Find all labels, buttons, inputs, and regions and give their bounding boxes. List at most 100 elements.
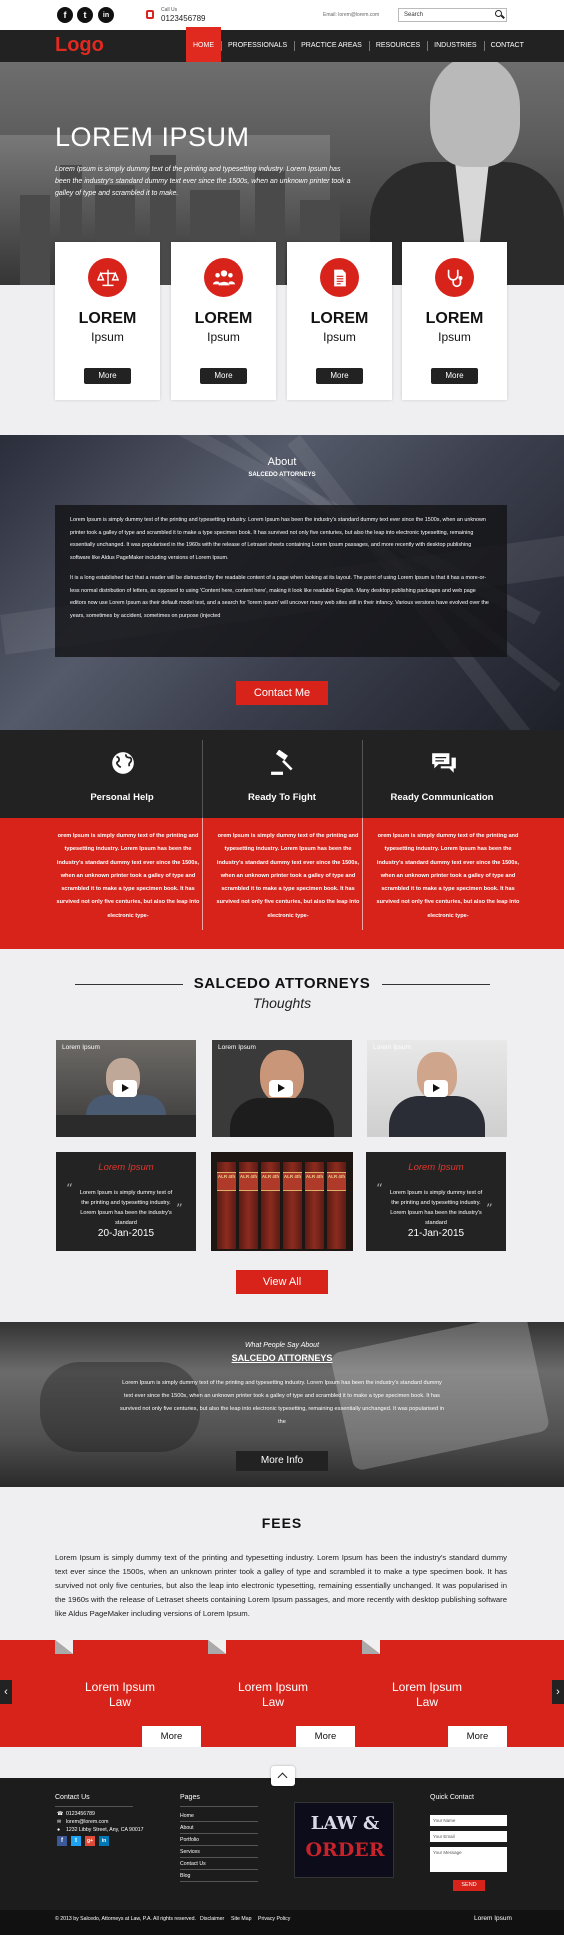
view-all-button[interactable]: View All xyxy=(236,1270,328,1294)
book: ALR 4th xyxy=(305,1162,324,1249)
logo[interactable]: Logo xyxy=(55,34,104,57)
more-button[interactable]: More xyxy=(200,368,247,384)
about-paragraph: It is a long established fact that a rea… xyxy=(70,575,489,619)
fees-title: FEES xyxy=(261,1515,303,1531)
book-label: ALR 4th xyxy=(283,1172,302,1191)
carousel-prev-arrow-icon[interactable]: ‹ xyxy=(0,1680,12,1704)
book-label: ALR 4th xyxy=(217,1172,236,1191)
law-and-order-logo: LAW & ORDER xyxy=(294,1802,394,1878)
footer-email[interactable]: lorem@lorem.com xyxy=(66,1819,108,1825)
fee-title-line: Law xyxy=(261,1695,284,1709)
quick-contact-title: Quick Contact xyxy=(430,1794,474,1801)
facebook-icon[interactable]: f xyxy=(57,1836,67,1846)
fee-title-line: Lorem Ipsum xyxy=(84,1680,156,1694)
stethoscope-icon xyxy=(435,258,474,297)
play-icon[interactable] xyxy=(113,1080,137,1097)
footer-link-portfolio[interactable]: Portfolio xyxy=(180,1837,199,1843)
quote-date: 20-Jan-2015 xyxy=(97,1228,155,1239)
more-info-button[interactable]: More Info xyxy=(236,1451,328,1471)
scroll-to-top-icon[interactable] xyxy=(271,1766,295,1786)
phone-icon xyxy=(146,10,154,19)
service-subtitle: Ipsum xyxy=(207,330,240,344)
send-button[interactable]: SEND xyxy=(453,1880,485,1891)
privacy-policy-link[interactable]: Privacy Policy xyxy=(258,1916,290,1922)
fee-more-button[interactable]: More xyxy=(448,1726,507,1747)
feature-ready-communication: Ready Communication xyxy=(362,730,522,818)
more-button[interactable]: More xyxy=(316,368,363,384)
email-address[interactable]: Email: lorem@lorem.com xyxy=(323,12,379,18)
feature-personal-help: Personal Help xyxy=(42,730,202,818)
footer-pages-title: Pages xyxy=(180,1794,200,1801)
video-thumbnail[interactable]: Lorem Ipsum xyxy=(212,1040,352,1137)
gavel-icon xyxy=(270,749,296,776)
fees-carousel: Lorem Ipsum Law More Lorem Ipsum Law More … xyxy=(0,1640,564,1747)
hero-title: LOREM IPSUM xyxy=(55,122,250,152)
footer-link-blog[interactable]: Blog xyxy=(180,1873,190,1879)
video-thumbnail[interactable]: Lorem Ipsum xyxy=(56,1040,196,1137)
chat-icon xyxy=(430,750,456,776)
book: ALR 4th xyxy=(217,1162,236,1249)
fee-more-button[interactable]: More xyxy=(296,1726,355,1747)
about-title: About xyxy=(267,456,297,468)
book: ALR 4th xyxy=(283,1162,302,1249)
video-label: Lorem Ipsum xyxy=(218,1044,256,1051)
divider xyxy=(180,1833,258,1834)
linkedin-icon[interactable]: in xyxy=(98,7,114,23)
divider xyxy=(180,1869,258,1870)
copyright: © 2013 by Salcedo, Attorneys at Law, P.A… xyxy=(55,1916,196,1922)
facebook-icon[interactable]: f xyxy=(57,7,73,23)
more-button[interactable]: More xyxy=(84,368,131,384)
phone-icon: ☎ xyxy=(57,1811,64,1817)
email-field[interactable]: Your Email xyxy=(430,1831,507,1842)
divider xyxy=(382,984,490,985)
video-thumbnail[interactable]: Lorem Ipsum xyxy=(367,1040,507,1137)
twitter-icon[interactable]: t xyxy=(71,1836,81,1846)
search-icon[interactable] xyxy=(493,9,505,21)
twitter-icon[interactable]: t xyxy=(77,7,93,23)
footer-link-about[interactable]: About xyxy=(180,1825,194,1831)
divider xyxy=(180,1845,258,1846)
play-icon[interactable] xyxy=(424,1080,448,1097)
footer-brand: Lorem Ipsum xyxy=(474,1915,512,1922)
nav-item-professionals[interactable]: PROFESSIONALS xyxy=(221,30,294,62)
divider xyxy=(180,1821,258,1822)
carousel-next-arrow-icon[interactable]: › xyxy=(552,1680,564,1704)
more-button[interactable]: More xyxy=(431,368,478,384)
feature-title: Ready To Fight xyxy=(248,792,316,803)
feature-title: Personal Help xyxy=(90,792,154,803)
book-label: ALR 4th xyxy=(239,1172,258,1191)
play-icon[interactable] xyxy=(269,1080,293,1097)
nav-item-home[interactable]: HOME xyxy=(186,27,221,62)
quote-date: 21-Jan-2015 xyxy=(407,1228,465,1239)
footer-link-services[interactable]: Services xyxy=(180,1849,200,1855)
video-person xyxy=(389,1096,485,1137)
globe-icon xyxy=(110,750,136,776)
book-label: ALR 4th xyxy=(261,1172,280,1191)
service-subtitle: Ipsum xyxy=(323,330,356,344)
top-bar: f t in Call Us 0123456789 Email: lorem@l… xyxy=(0,0,564,30)
service-card: LOREM Ipsum More xyxy=(287,242,392,400)
divider xyxy=(202,818,203,930)
nav-item-contact[interactable]: CONTACT xyxy=(483,30,531,62)
contact-me-button[interactable]: Contact Me xyxy=(236,681,328,705)
disclaimer-link[interactable]: Disclaimer xyxy=(200,1916,224,1922)
book: ALR 4th xyxy=(327,1162,346,1249)
fee-card-title: Lorem Ipsum Law xyxy=(55,1680,185,1710)
service-title: LOREM xyxy=(425,310,484,327)
name-field[interactable]: Your Name xyxy=(430,1815,507,1826)
nav-menu: HOME PROFESSIONALS PRACTICE AREAS RESOUR… xyxy=(186,27,531,62)
fee-more-button[interactable]: More xyxy=(142,1726,201,1747)
nav-item-industries[interactable]: INDUSTRIES xyxy=(427,30,483,62)
footer-link-contact[interactable]: Contact Us xyxy=(180,1861,206,1867)
nav-item-resources[interactable]: RESOURCES xyxy=(368,30,427,62)
message-field[interactable]: Your Message xyxy=(430,1847,507,1872)
linkedin-icon[interactable]: in xyxy=(99,1836,109,1846)
nav-item-practice-areas[interactable]: PRACTICE AREAS xyxy=(294,30,369,62)
video-person xyxy=(230,1098,334,1137)
site-map-link[interactable]: Site Map xyxy=(231,1916,251,1922)
fee-title-line: Law xyxy=(108,1695,131,1709)
search-input[interactable]: Search xyxy=(398,8,507,22)
footer-link-home[interactable]: Home xyxy=(180,1813,194,1819)
divider xyxy=(55,1806,133,1807)
google-plus-icon[interactable]: g+ xyxy=(85,1836,95,1846)
